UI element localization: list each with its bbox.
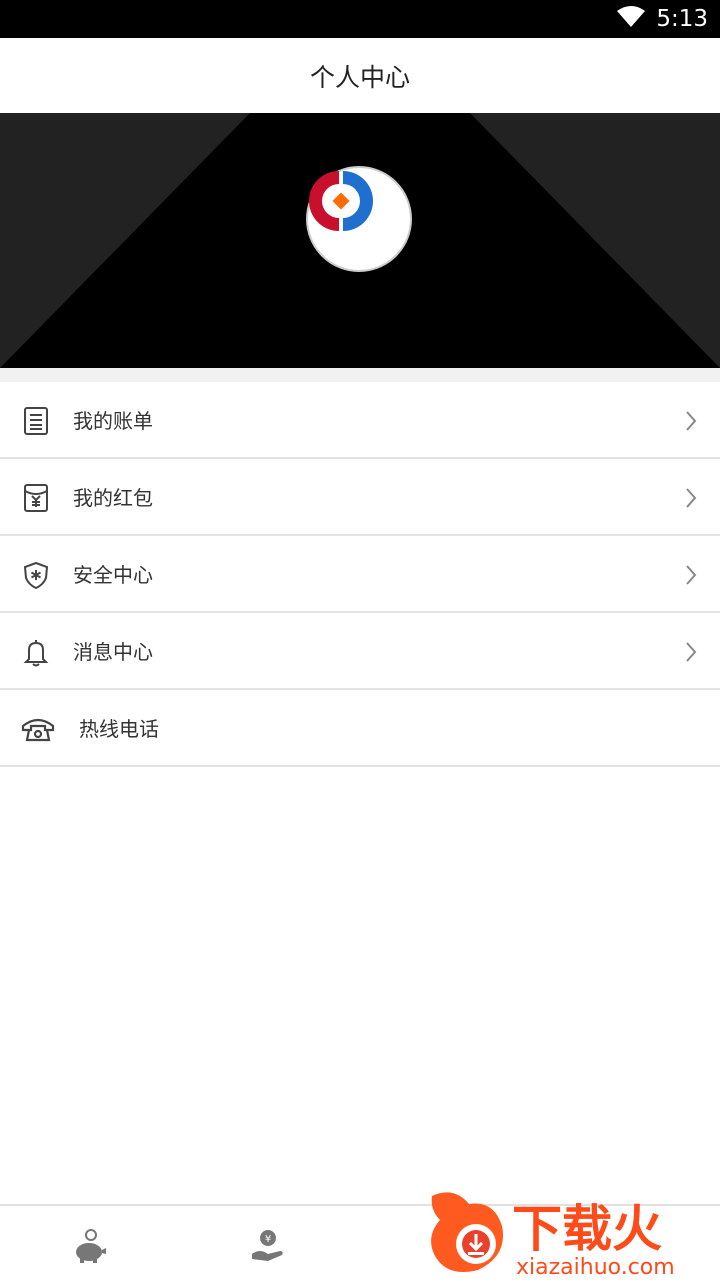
watermark-brand: 下载火 (512, 1200, 662, 1258)
watermark-url: xiazaihuo.com (516, 1255, 675, 1280)
section-divider (0, 368, 720, 382)
phone-icon (21, 714, 55, 744)
chevron-right-icon (684, 564, 698, 586)
menu-item-label: 安全中心 (73, 563, 153, 587)
page-title: 个人中心 (309, 62, 410, 92)
chevron-right-icon (684, 487, 698, 509)
menu-item-label: 我的账单 (73, 409, 153, 433)
piggy-bank-icon[interactable] (70, 1226, 110, 1266)
bell-icon (21, 637, 51, 667)
svg-text:¥: ¥ (265, 1234, 271, 1245)
menu-item-messages[interactable]: 消息中心 (0, 613, 720, 690)
bill-icon (21, 406, 51, 436)
wifi-icon (616, 5, 646, 33)
menu-item-label: 热线电话 (79, 717, 159, 741)
watermark-logo: 下载火 xiazaihuo.com (424, 1186, 720, 1280)
menu-item-bill[interactable]: 我的账单 (0, 382, 720, 459)
hand-coin-icon[interactable]: ¥ (248, 1226, 288, 1266)
header: 个人中心 (0, 38, 720, 113)
menu-list: 我的账单 我的红包 安全中心 消息中心 热线电话 (0, 382, 720, 767)
shield-icon (21, 560, 51, 590)
menu-item-hotline[interactable]: 热线电话 (0, 690, 720, 767)
chevron-right-icon (684, 641, 698, 663)
chevron-right-icon (684, 410, 698, 432)
red-packet-icon (21, 483, 51, 513)
status-time: 5:13 (656, 6, 708, 32)
status-bar: 5:13 (0, 0, 720, 38)
avatar[interactable] (306, 166, 412, 272)
profile-banner (0, 113, 720, 368)
menu-item-label: 消息中心 (73, 640, 153, 664)
menu-item-security[interactable]: 安全中心 (0, 536, 720, 613)
menu-item-label: 我的红包 (73, 486, 153, 510)
menu-item-red-packet[interactable]: 我的红包 (0, 459, 720, 536)
